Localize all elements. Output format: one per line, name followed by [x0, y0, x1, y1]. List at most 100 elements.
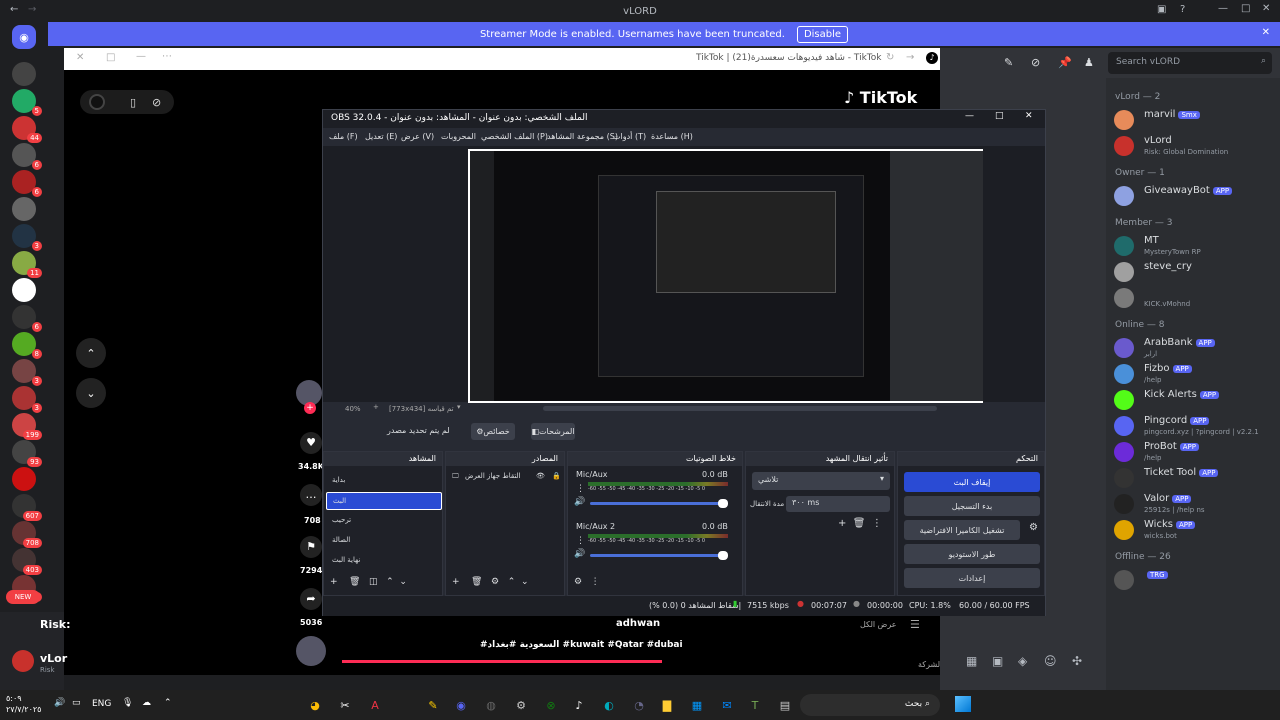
inbox-icon[interactable]: ▣: [1157, 4, 1166, 15]
control-button[interactable]: إيقاف البث: [904, 472, 1040, 492]
server-new-badge[interactable]: NEW: [6, 590, 40, 604]
discord-taskbar-icon[interactable]: ◉: [452, 696, 470, 714]
add-transition-icon[interactable]: +: [838, 518, 846, 529]
add-scene-icon[interactable]: +: [330, 577, 338, 587]
phone-icon[interactable]: ▯: [130, 96, 136, 109]
like-icon[interactable]: ♥: [300, 432, 322, 454]
member-item[interactable]: Pingcord APP pingcord.xyz | ?pingcord | v2…: [1114, 414, 1280, 438]
server-icon[interactable]: 6: [12, 305, 42, 332]
gift-icon[interactable]: ▦: [966, 654, 977, 668]
pin-icon[interactable]: 📌: [1058, 56, 1072, 69]
share-icon[interactable]: ➦: [300, 588, 322, 610]
server-icon[interactable]: [12, 62, 36, 86]
explorer-icon[interactable]: ▇: [658, 696, 676, 714]
lock-icon[interactable]: 🔒: [552, 472, 561, 480]
server-icon[interactable]: 11: [12, 251, 42, 278]
obs-menu-item[interactable]: عرض (V): [401, 132, 434, 141]
tt-min-icon[interactable]: —: [136, 51, 146, 62]
speaker-icon[interactable]: 🔊: [574, 497, 585, 507]
tiktok-logo[interactable]: ♪ TikTok: [844, 88, 917, 107]
control-button[interactable]: طور الاستوديو: [904, 544, 1040, 564]
obs-menu-item[interactable]: تعديل (E): [365, 132, 397, 141]
properties-button[interactable]: ⚙ خصائص: [471, 423, 515, 440]
transition-select[interactable]: تلاشي ▾: [752, 472, 890, 490]
volume-slider-thumb[interactable]: [718, 499, 728, 508]
apps-icon[interactable]: ✣: [1072, 654, 1082, 668]
author-avatar-small[interactable]: [296, 636, 326, 666]
scene-item[interactable]: بداية: [326, 472, 442, 490]
server-icon[interactable]: 5: [12, 89, 42, 116]
server-icon[interactable]: 93: [12, 440, 42, 467]
mixer-more-icon[interactable]: ⋮: [591, 577, 600, 587]
settings-app-icon[interactable]: ⚙: [512, 696, 530, 714]
zoom-dropdown-icon[interactable]: ▾: [457, 403, 461, 411]
start-icon[interactable]: [955, 696, 971, 712]
maximize-icon[interactable]: □: [1241, 3, 1250, 14]
tt-max-icon[interactable]: □: [106, 52, 115, 63]
obs-menu-item[interactable]: المحروبات: [441, 132, 476, 141]
chrome-icon[interactable]: ◕: [306, 696, 324, 714]
scene-filter-icon[interactable]: ◫: [369, 577, 378, 587]
files-icon[interactable]: ▤: [776, 696, 794, 714]
member-item[interactable]: KICK.vMohnd: [1114, 286, 1280, 310]
mixer-more-icon[interactable]: ⋮: [576, 536, 585, 546]
threads-icon[interactable]: ✎: [1004, 56, 1013, 69]
edge-icon[interactable]: ◐: [600, 696, 618, 714]
server-icon[interactable]: 44: [12, 116, 42, 143]
tt-forward-icon[interactable]: →: [906, 52, 914, 63]
store-icon[interactable]: ▦: [688, 696, 706, 714]
obs-maximize-icon[interactable]: □: [995, 111, 1004, 121]
video-progress[interactable]: [342, 660, 662, 663]
volume-icon[interactable]: 🔊: [54, 698, 65, 708]
tt-close-icon[interactable]: ✕: [76, 52, 84, 63]
tray-up-icon[interactable]: ⌃: [164, 698, 172, 708]
scroll-up-button[interactable]: ⌃: [76, 338, 106, 368]
scene-up-icon[interactable]: ⌃: [386, 577, 394, 587]
server-icon[interactable]: 708: [12, 521, 42, 548]
obs-menu-item[interactable]: أدوات (T): [613, 132, 646, 141]
source-down-icon[interactable]: ⌄: [521, 577, 529, 587]
sticker-icon[interactable]: ◈: [1018, 654, 1027, 668]
obs-taskbar-icon[interactable]: ◍: [482, 696, 500, 714]
server-icon[interactable]: 3: [12, 359, 42, 386]
speaker-icon[interactable]: 🔊: [574, 549, 585, 559]
member-item[interactable]: MT MysteryTown RP: [1114, 234, 1280, 258]
visibility-icon[interactable]: 👁: [536, 472, 545, 480]
member-item[interactable]: marvil Smx: [1114, 108, 1280, 132]
server-icon[interactable]: 6: [12, 170, 42, 197]
clock[interactable]: ٥:٠٩ ٢٧/٧/٢٠٢٥: [6, 693, 41, 715]
member-item[interactable]: Valor APP 25912s | /help ns: [1114, 492, 1280, 516]
server-icon[interactable]: [12, 467, 36, 491]
member-item[interactable]: Fizbo APP/help: [1114, 362, 1280, 386]
steam-icon[interactable]: ◔: [630, 696, 648, 714]
server-icon[interactable]: 8: [12, 332, 42, 359]
mixer-settings-icon[interactable]: ⚙: [574, 577, 582, 587]
obs-menu-item[interactable]: مساعدة (H): [651, 132, 693, 141]
microphone-icon[interactable]: 🎙: [122, 698, 133, 708]
member-item[interactable]: steve_cry: [1114, 260, 1280, 284]
remove-source-icon[interactable]: 🗑: [471, 577, 482, 587]
forward-icon[interactable]: →: [28, 4, 36, 15]
server-icon[interactable]: 3: [12, 224, 42, 251]
volume-slider[interactable]: [590, 554, 726, 557]
member-item[interactable]: GiveawayBot APP: [1114, 184, 1280, 208]
zoom-level[interactable]: 40%: [345, 405, 361, 413]
comment-icon[interactable]: …: [300, 484, 322, 506]
follow-plus-icon[interactable]: +: [304, 402, 316, 414]
view-all-link[interactable]: عرض الكل: [860, 620, 897, 629]
scene-down-icon[interactable]: ⌄: [399, 577, 407, 587]
control-button[interactable]: تشغيل الكاميرا الافتراضية: [904, 520, 1020, 540]
scene-item[interactable]: ترحيب: [326, 512, 442, 530]
discord-home-icon[interactable]: ◉: [12, 25, 36, 49]
zoom-in-icon[interactable]: +: [373, 403, 379, 411]
menu-icon[interactable]: ☰: [910, 618, 920, 631]
scene-item[interactable]: نهاية البث: [326, 552, 442, 570]
member-item[interactable]: ArabBank APP ارابر: [1114, 336, 1280, 360]
help-icon[interactable]: ?: [1180, 4, 1185, 15]
obs-close-icon[interactable]: ✕: [1025, 111, 1033, 121]
mail-icon[interactable]: ✉: [718, 696, 736, 714]
member-item[interactable]: Kick Alerts APP: [1114, 388, 1280, 412]
remove-scene-icon[interactable]: 🗑: [349, 577, 360, 587]
member-item[interactable]: Ticket Tool APP: [1114, 466, 1280, 490]
members-icon[interactable]: ♟: [1084, 56, 1094, 69]
